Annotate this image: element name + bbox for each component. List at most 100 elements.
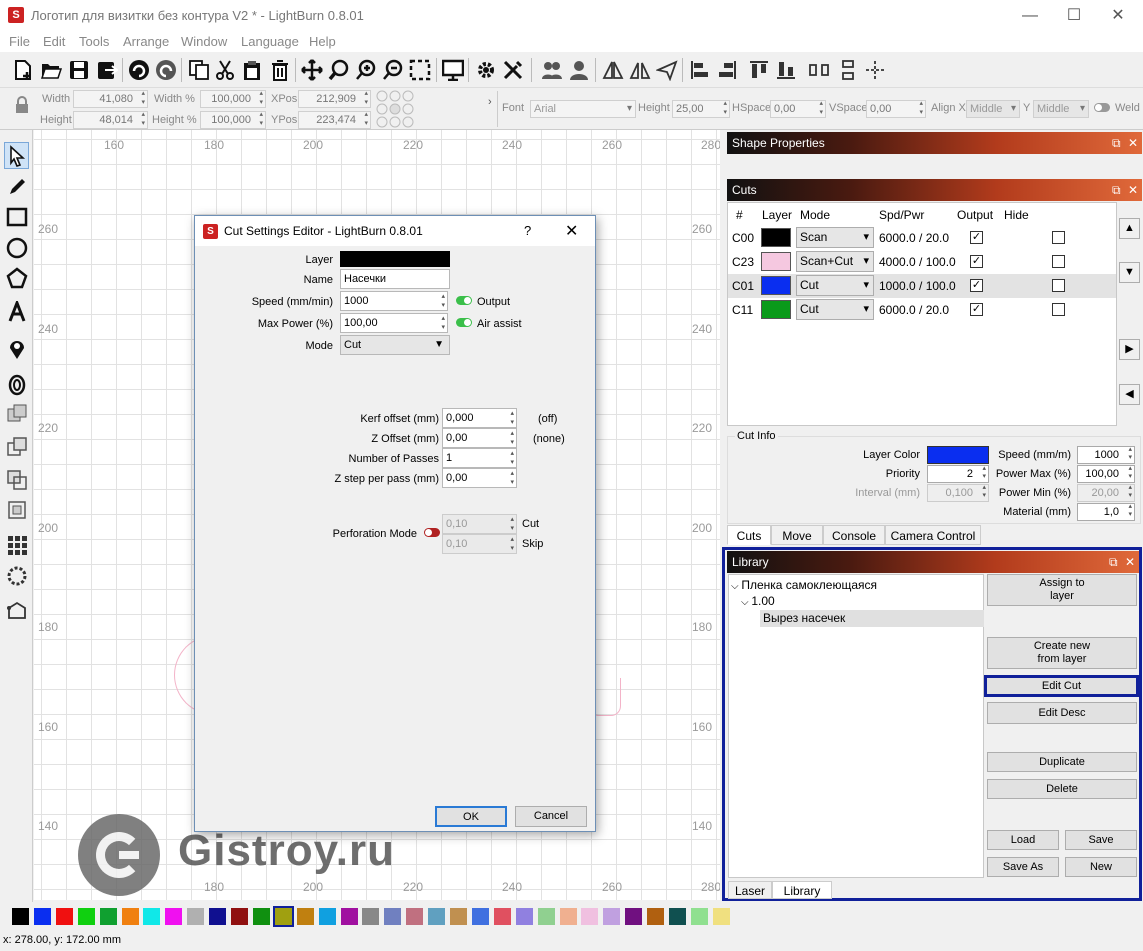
col-header[interactable]: # (736, 208, 743, 222)
palette-swatch[interactable] (669, 908, 686, 925)
layer-mode-select[interactable]: Scan (796, 227, 874, 248)
cut-scissors-icon[interactable] (212, 57, 237, 82)
propbar-expand-icon[interactable]: › (488, 96, 492, 108)
palette-swatch[interactable] (471, 908, 489, 925)
zoom-in-icon[interactable] (353, 57, 378, 82)
float-panel-icon[interactable]: ⧉ (1112, 179, 1121, 201)
flip-vertical-icon[interactable] (627, 57, 652, 82)
load-button[interactable]: Load (987, 830, 1059, 850)
close-panel-icon[interactable]: ✕ (1128, 179, 1138, 201)
tools-wrench-icon[interactable] (500, 57, 525, 82)
position-pin-icon[interactable] (4, 335, 29, 362)
menu-language[interactable]: Language (241, 34, 299, 49)
xpos-input[interactable]: 212,909 (298, 89, 371, 108)
palette-swatch[interactable] (603, 908, 621, 925)
vspace-input[interactable]: 0,00 (866, 99, 926, 118)
new-file-icon[interactable] (10, 57, 35, 82)
output-toggle[interactable] (456, 296, 472, 305)
alignx-select[interactable]: Middle (966, 100, 1020, 118)
layer-mode-select[interactable]: Cut (796, 299, 874, 320)
move-layer-down-icon[interactable]: ▼ (1119, 262, 1140, 283)
collapse-left-icon[interactable]: ◀ (1119, 384, 1140, 405)
weld-shapes-icon[interactable] (4, 400, 29, 427)
anchor-grid[interactable] (375, 90, 415, 130)
new-button[interactable]: New (1065, 857, 1137, 877)
cut-layer-row[interactable]: C23 Scan+Cut 4000.0 / 100.0 ✓ (728, 250, 1116, 274)
palette-swatch[interactable] (450, 908, 467, 925)
dialog-help-button[interactable]: ? (524, 223, 531, 238)
palette-swatch[interactable] (493, 908, 511, 925)
layer-mode-select[interactable]: Scan+Cut (796, 251, 874, 272)
grid-array-icon[interactable] (4, 531, 29, 558)
perf-skip-input[interactable]: 0,10 (442, 534, 517, 554)
palette-swatch[interactable] (121, 908, 139, 925)
tab-cuts[interactable]: Cuts (727, 525, 771, 545)
perf-cut-input[interactable]: 0,10 (442, 514, 517, 534)
palette-swatch[interactable] (647, 908, 665, 925)
zoom-out-icon[interactable] (380, 57, 405, 82)
name-input[interactable]: Насечки (340, 269, 450, 289)
move-layer-up-icon[interactable]: ▲ (1119, 218, 1140, 239)
delete-button[interactable]: Delete (987, 779, 1137, 799)
layer-color-swatch[interactable] (340, 251, 450, 267)
palette-swatch[interactable] (33, 908, 51, 925)
palette-swatch[interactable] (99, 908, 117, 925)
copy-icon[interactable] (186, 57, 211, 82)
layer-hide-checkbox[interactable] (1052, 303, 1065, 316)
palette-swatch[interactable] (362, 908, 380, 925)
tab-library[interactable]: Library (772, 881, 832, 899)
material-input[interactable]: 1,0 (1077, 503, 1135, 521)
align-left-icon[interactable] (687, 57, 712, 82)
palette-swatch[interactable] (272, 906, 294, 927)
menu-window[interactable]: Window (181, 34, 227, 49)
palette-swatch[interactable] (559, 908, 577, 925)
interval-input[interactable]: 0,100 (927, 484, 989, 502)
dialog-close-icon[interactable]: ✕ (565, 221, 578, 241)
palette-swatch[interactable] (187, 908, 205, 925)
undo-icon[interactable] (126, 57, 151, 82)
maximize-icon[interactable]: ☐ (1064, 6, 1084, 26)
polygon-icon[interactable] (4, 264, 29, 291)
group-icon[interactable] (539, 57, 564, 82)
center-icon[interactable] (862, 57, 887, 82)
pencil-icon[interactable] (4, 173, 29, 200)
tab-console[interactable]: Console (823, 525, 885, 545)
col-header[interactable]: Hide (1004, 208, 1029, 222)
palette-swatch[interactable] (581, 908, 599, 925)
palette-swatch[interactable] (165, 908, 183, 925)
align-top-icon[interactable] (746, 57, 771, 82)
boolean-subtract-icon[interactable] (4, 466, 29, 493)
offset-icon[interactable] (4, 371, 29, 398)
zstep-input[interactable]: 0,00 (442, 468, 517, 488)
cut-layer-row[interactable]: C00 Scan 6000.0 / 20.0 ✓ (728, 226, 1116, 250)
aligny-select[interactable]: Middle (1033, 100, 1089, 118)
palette-swatch[interactable] (690, 908, 708, 925)
tab-camera-control[interactable]: Camera Control (885, 525, 981, 545)
palette-swatch[interactable] (625, 908, 643, 925)
col-header[interactable]: Output (957, 208, 993, 222)
close-panel-icon[interactable]: ✕ (1128, 132, 1138, 154)
zoffset-input[interactable]: 0,00 (442, 428, 517, 448)
palette-swatch[interactable] (428, 908, 446, 925)
open-folder-icon[interactable] (38, 57, 63, 82)
layer-output-checkbox[interactable]: ✓ (970, 255, 983, 268)
boolean-intersect-icon[interactable] (4, 496, 29, 523)
cut-layer-row[interactable]: C01 Cut 1000.0 / 100.0 ✓ (728, 274, 1116, 298)
palette-swatch[interactable] (318, 908, 336, 925)
air-assist-toggle[interactable] (456, 318, 472, 327)
lock-icon[interactable] (14, 96, 30, 114)
palette-swatch[interactable] (537, 908, 555, 925)
palette-swatch[interactable] (55, 908, 73, 925)
move-icon[interactable] (299, 57, 324, 82)
tree-node-cut[interactable]: Вырез насечек (760, 610, 984, 627)
palette-swatch[interactable] (406, 908, 424, 925)
tree-node-material[interactable]: ⌵ Пленка самоклеющаяся (731, 578, 877, 592)
edit-desc-button[interactable]: Edit Desc (987, 702, 1137, 724)
edit-nodes-icon[interactable] (4, 597, 29, 624)
tree-node-thickness[interactable]: ⌵ 1.00 (741, 594, 775, 608)
maxpower-input[interactable]: 100,00 (340, 313, 448, 333)
select-frame-icon[interactable] (407, 57, 432, 82)
palette-swatch[interactable] (252, 908, 270, 925)
layer-hide-checkbox[interactable] (1052, 231, 1065, 244)
boolean-union-icon[interactable] (4, 433, 29, 460)
